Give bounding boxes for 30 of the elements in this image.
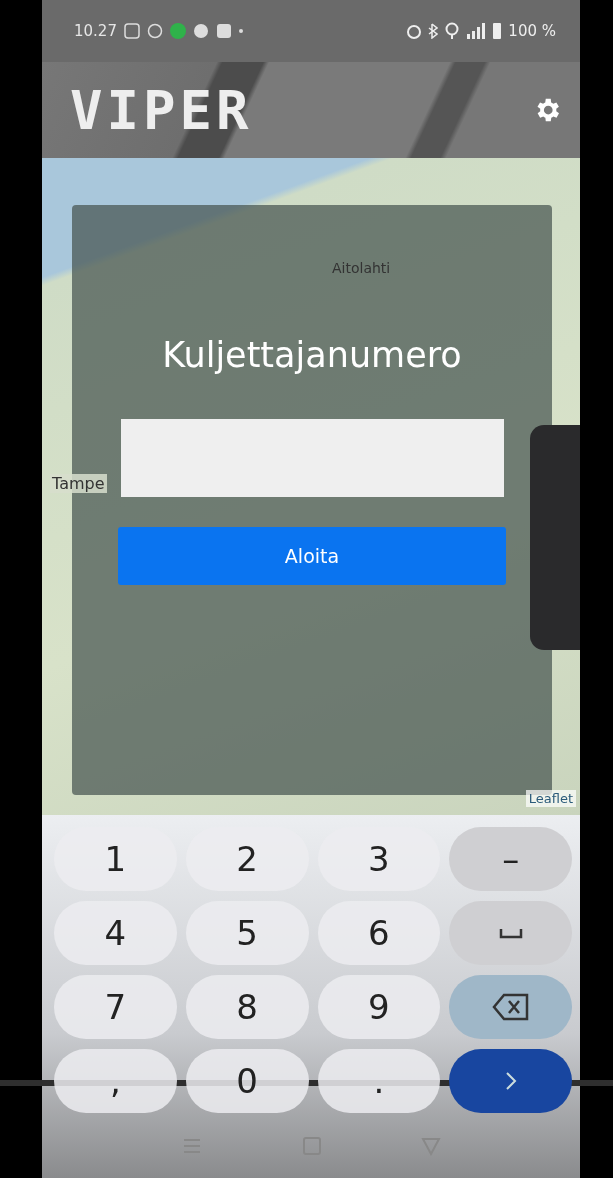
keyboard-key[interactable]: – — [449, 827, 572, 891]
keyboard-key[interactable]: 7 — [54, 975, 177, 1039]
map-label: Aitolahti — [332, 260, 391, 276]
back-triangle-icon[interactable] — [420, 1135, 441, 1156]
keyboard-key[interactable]: , — [54, 1049, 177, 1113]
map-attribution-link[interactable]: Leaflet — [525, 790, 576, 807]
alarm-icon — [407, 23, 422, 39]
battery-icon — [493, 23, 502, 39]
battery-percent: 100 % — [508, 22, 556, 40]
driver-number-field[interactable] — [120, 419, 504, 497]
keyboard-key[interactable]: 4 — [54, 901, 177, 965]
space-icon — [498, 927, 523, 939]
side-panel-handle[interactable] — [530, 425, 580, 650]
backspace-icon — [491, 992, 530, 1022]
app-logo: VIPER — [70, 78, 253, 142]
map-label: Tampe — [50, 474, 107, 493]
status-time: 10.27 — [74, 22, 117, 40]
more-dot-icon — [238, 29, 243, 33]
keyboard-key[interactable]: 0 — [185, 1049, 309, 1113]
login-title: Kuljettajanumero — [162, 335, 462, 375]
keyboard-key[interactable]: . — [317, 1049, 441, 1113]
keyboard-key[interactable]: 8 — [185, 975, 309, 1039]
status-dot-icon — [169, 23, 186, 39]
start-button[interactable]: Aloita — [118, 527, 506, 585]
keyboard-key[interactable]: 6 — [317, 901, 441, 965]
bluetooth-icon — [428, 23, 439, 39]
signal-icon — [466, 23, 487, 39]
home-icon[interactable] — [302, 1135, 322, 1156]
keyboard-key[interactable]: 9 — [317, 975, 441, 1039]
keyboard-key[interactable]: 5 — [185, 901, 309, 965]
